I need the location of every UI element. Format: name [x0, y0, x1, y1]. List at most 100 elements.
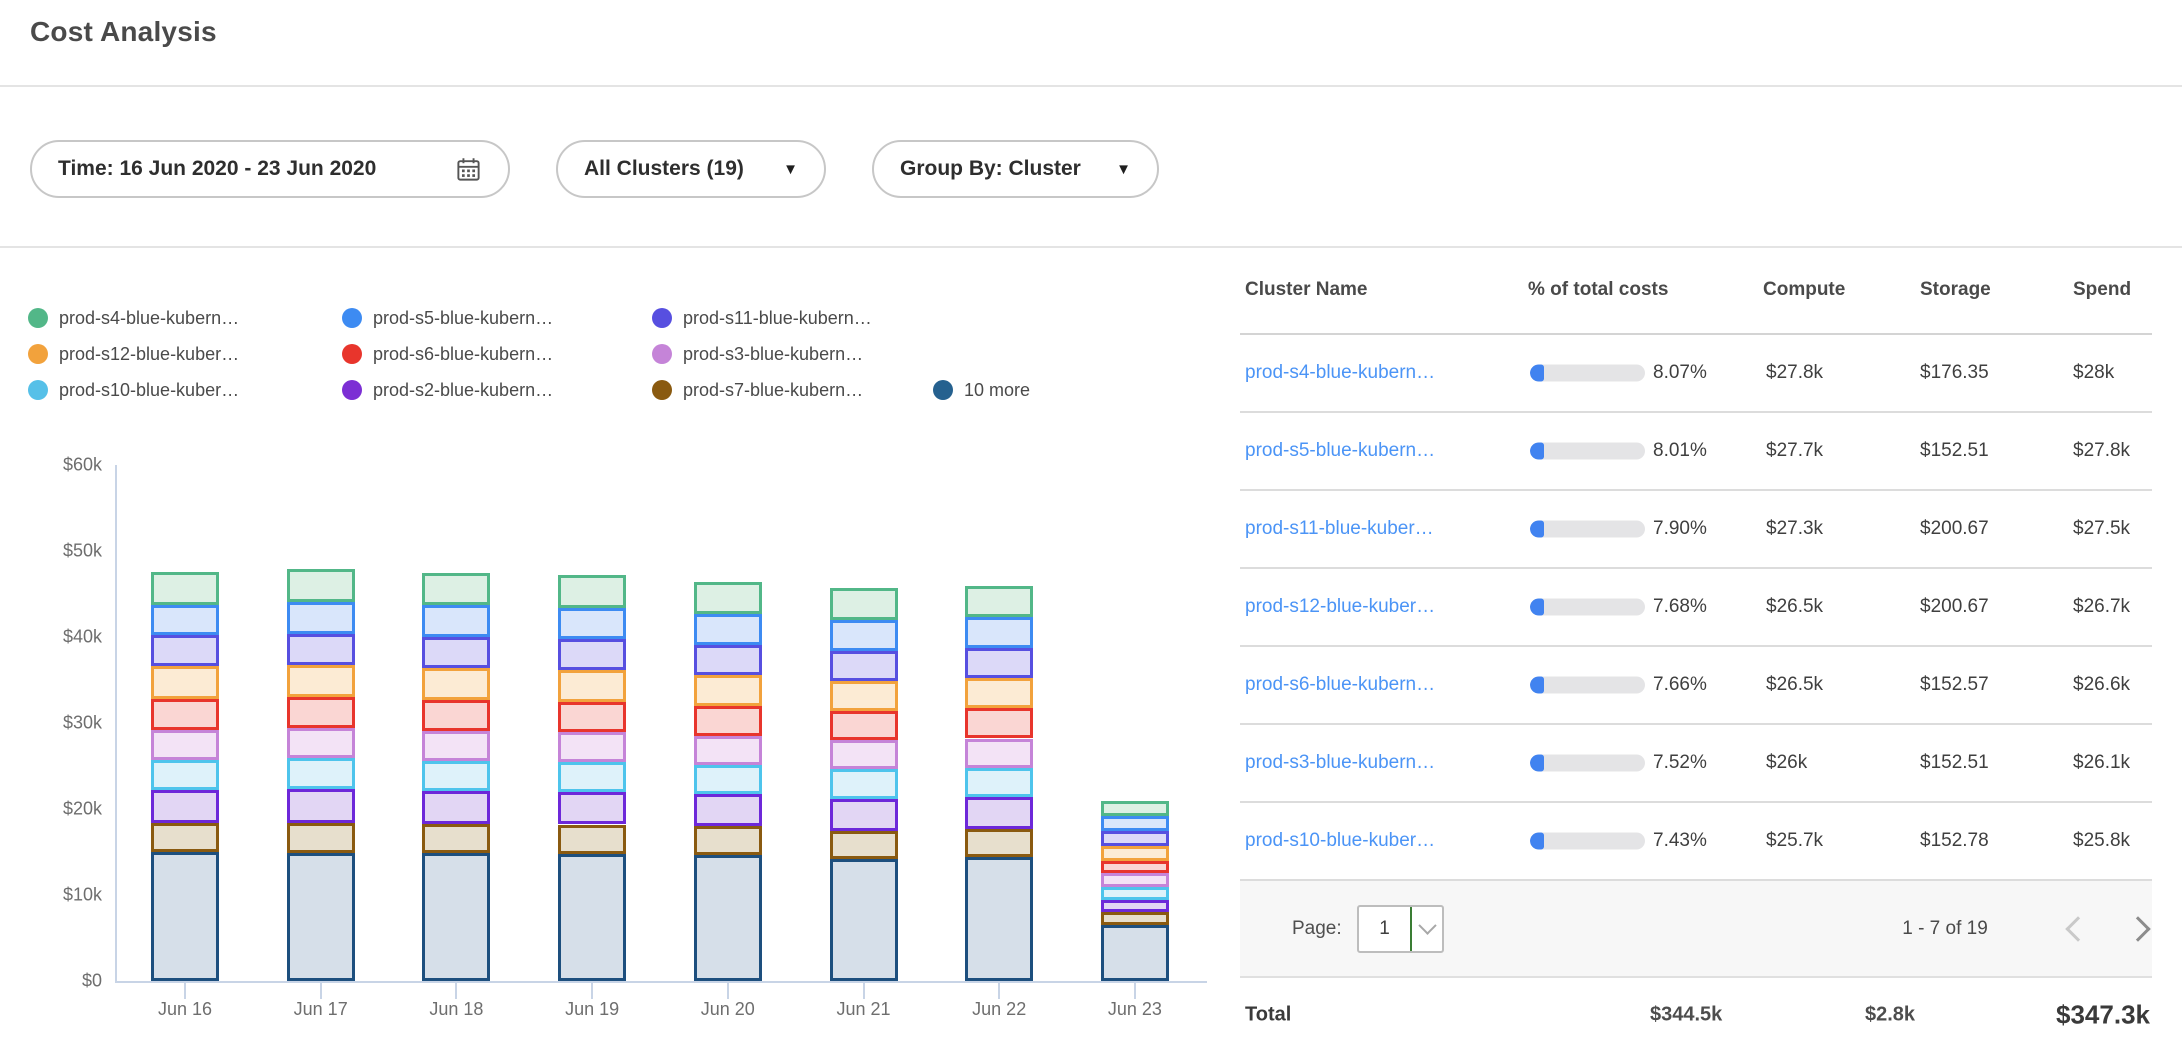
- page-range: 1 - 7 of 19: [1890, 918, 2000, 940]
- next-page-button[interactable]: [2128, 916, 2154, 942]
- cluster-name-link[interactable]: prod-s3-blue-kubern…: [1245, 752, 1435, 774]
- bar-segment: [965, 768, 1033, 797]
- bar-segment: [1101, 912, 1169, 925]
- legend-swatch-icon: [342, 344, 362, 364]
- cluster-name-link[interactable]: prod-s4-blue-kubern…: [1245, 362, 1435, 384]
- page-select[interactable]: 1: [1357, 905, 1444, 953]
- bar-segment: [287, 634, 355, 665]
- x-axis-tick: [727, 983, 729, 999]
- bar-segment: [151, 852, 219, 981]
- bar-segment: [287, 853, 355, 981]
- clusters-filter[interactable]: All Clusters (19) ▼: [556, 140, 826, 198]
- clusters-filter-label: All Clusters (19): [584, 157, 744, 181]
- time-range-filter[interactable]: Time: 16 Jun 2020 - 23 Jun 2020: [30, 140, 510, 198]
- header-divider: [0, 85, 2182, 87]
- cluster-name-link[interactable]: prod-s6-blue-kubern…: [1245, 674, 1435, 696]
- bar-segment: [965, 857, 1033, 981]
- legend-item[interactable]: prod-s3-blue-kubern…: [652, 344, 933, 365]
- bar-segment: [422, 853, 490, 981]
- bar-segment: [151, 790, 219, 823]
- x-axis-label: Jun 23: [1108, 999, 1162, 1020]
- legend-item[interactable]: prod-s5-blue-kubern…: [342, 308, 652, 329]
- storage-value: $152.57: [1920, 674, 1989, 696]
- bar-segment: [694, 675, 762, 706]
- x-axis-tick: [184, 983, 186, 999]
- legend-item[interactable]: prod-s10-blue-kuber…: [28, 380, 342, 401]
- x-axis-tick: [998, 983, 1000, 999]
- legend-item[interactable]: prod-s4-blue-kubern…: [28, 308, 342, 329]
- x-axis-label: Jun 16: [158, 999, 212, 1020]
- spend-value: $25.8k: [2073, 830, 2130, 852]
- legend-item[interactable]: prod-s12-blue-kuber…: [28, 344, 342, 365]
- bar-segment: [965, 586, 1033, 617]
- bar-segment: [694, 826, 762, 854]
- table-total-row: Total $344.5k $2.8k $347.3k: [1240, 978, 2152, 1052]
- legend-item[interactable]: prod-s11-blue-kubern…: [652, 308, 933, 329]
- bar-segment: [830, 769, 898, 798]
- table-rows: prod-s4-blue-kubern…8.07%$27.8k$176.35$2…: [1240, 335, 2152, 881]
- bar-segment: [422, 637, 490, 668]
- bar-segment: [1101, 873, 1169, 888]
- bar-segment: [151, 605, 219, 635]
- legend-item-label: prod-s5-blue-kubern…: [373, 308, 553, 329]
- table-header: Cluster Name % of total costs Compute St…: [1240, 247, 2152, 335]
- total-storage-value: $2.8k: [1865, 1004, 1915, 1027]
- cluster-name-link[interactable]: prod-s10-blue-kuber…: [1245, 830, 1435, 852]
- compute-value: $27.7k: [1766, 440, 1823, 462]
- spend-value: $26.1k: [2073, 752, 2130, 774]
- cluster-name-link[interactable]: prod-s5-blue-kubern…: [1245, 440, 1435, 462]
- bar-segment: [1101, 861, 1169, 873]
- bar-segment: [1101, 831, 1169, 846]
- chevron-left-icon: [2065, 916, 2090, 941]
- x-axis-tick: [863, 983, 865, 999]
- percent-progress-bar: [1530, 599, 1645, 616]
- bar-segment: [287, 823, 355, 853]
- x-axis-label: Jun 17: [294, 999, 348, 1020]
- legend-item[interactable]: prod-s2-blue-kubern…: [342, 380, 652, 401]
- compute-value: $26k: [1766, 752, 1807, 774]
- bar-segment: [151, 635, 219, 666]
- chevron-down-icon: [1412, 922, 1442, 935]
- bar-segment: [694, 765, 762, 794]
- legend-swatch-icon: [652, 344, 672, 364]
- chart-legend: prod-s4-blue-kubern… prod-s5-blue-kubern……: [28, 300, 1030, 408]
- chevron-down-icon: ▼: [1116, 161, 1131, 178]
- bar-segment: [287, 728, 355, 758]
- storage-value: $152.51: [1920, 752, 1989, 774]
- bar-segment: [151, 760, 219, 790]
- bar-segment: [1101, 816, 1169, 831]
- bar-segment: [558, 825, 626, 854]
- legend-item-label: prod-s6-blue-kubern…: [373, 344, 553, 365]
- y-axis-label: $40k: [63, 627, 102, 648]
- bar-segment: [558, 854, 626, 981]
- bar-segment: [422, 791, 490, 824]
- prev-page-button[interactable]: [2062, 916, 2088, 942]
- bar-segment: [422, 824, 490, 853]
- legend-item-label: prod-s11-blue-kubern…: [683, 308, 872, 329]
- x-axis-label: Jun 21: [836, 999, 890, 1020]
- legend-item[interactable]: prod-s7-blue-kubern…: [652, 380, 933, 401]
- x-axis-label: Jun 20: [701, 999, 755, 1020]
- bar-segment: [965, 829, 1033, 857]
- y-axis-label: $0: [82, 971, 102, 992]
- cluster-name-link[interactable]: prod-s12-blue-kuber…: [1245, 596, 1435, 618]
- cluster-name-link[interactable]: prod-s11-blue-kuber…: [1245, 518, 1434, 540]
- group-by-filter[interactable]: Group By: Cluster ▼: [872, 140, 1159, 198]
- x-axis-tick: [455, 983, 457, 999]
- storage-value: $176.35: [1920, 362, 1989, 384]
- bar-segment: [694, 794, 762, 826]
- bar-segment: [151, 572, 219, 606]
- table-row: prod-s12-blue-kuber…7.68%$26.5k$200.67$2…: [1240, 569, 2152, 647]
- legend-swatch-icon: [28, 308, 48, 328]
- legend-swatch-icon: [652, 308, 672, 328]
- bar-segment: [151, 730, 219, 760]
- percent-value: 8.01%: [1653, 440, 1707, 462]
- legend-item[interactable]: prod-s6-blue-kubern…: [342, 344, 652, 365]
- legend-item-label: prod-s4-blue-kubern…: [59, 308, 239, 329]
- bar-segment: [1101, 900, 1169, 912]
- legend-item[interactable]: 10 more: [933, 380, 1030, 401]
- bar-segment: [287, 569, 355, 602]
- compute-value: $26.5k: [1766, 674, 1823, 696]
- bar-segment: [830, 681, 898, 711]
- chevron-down-icon: ▼: [783, 161, 798, 178]
